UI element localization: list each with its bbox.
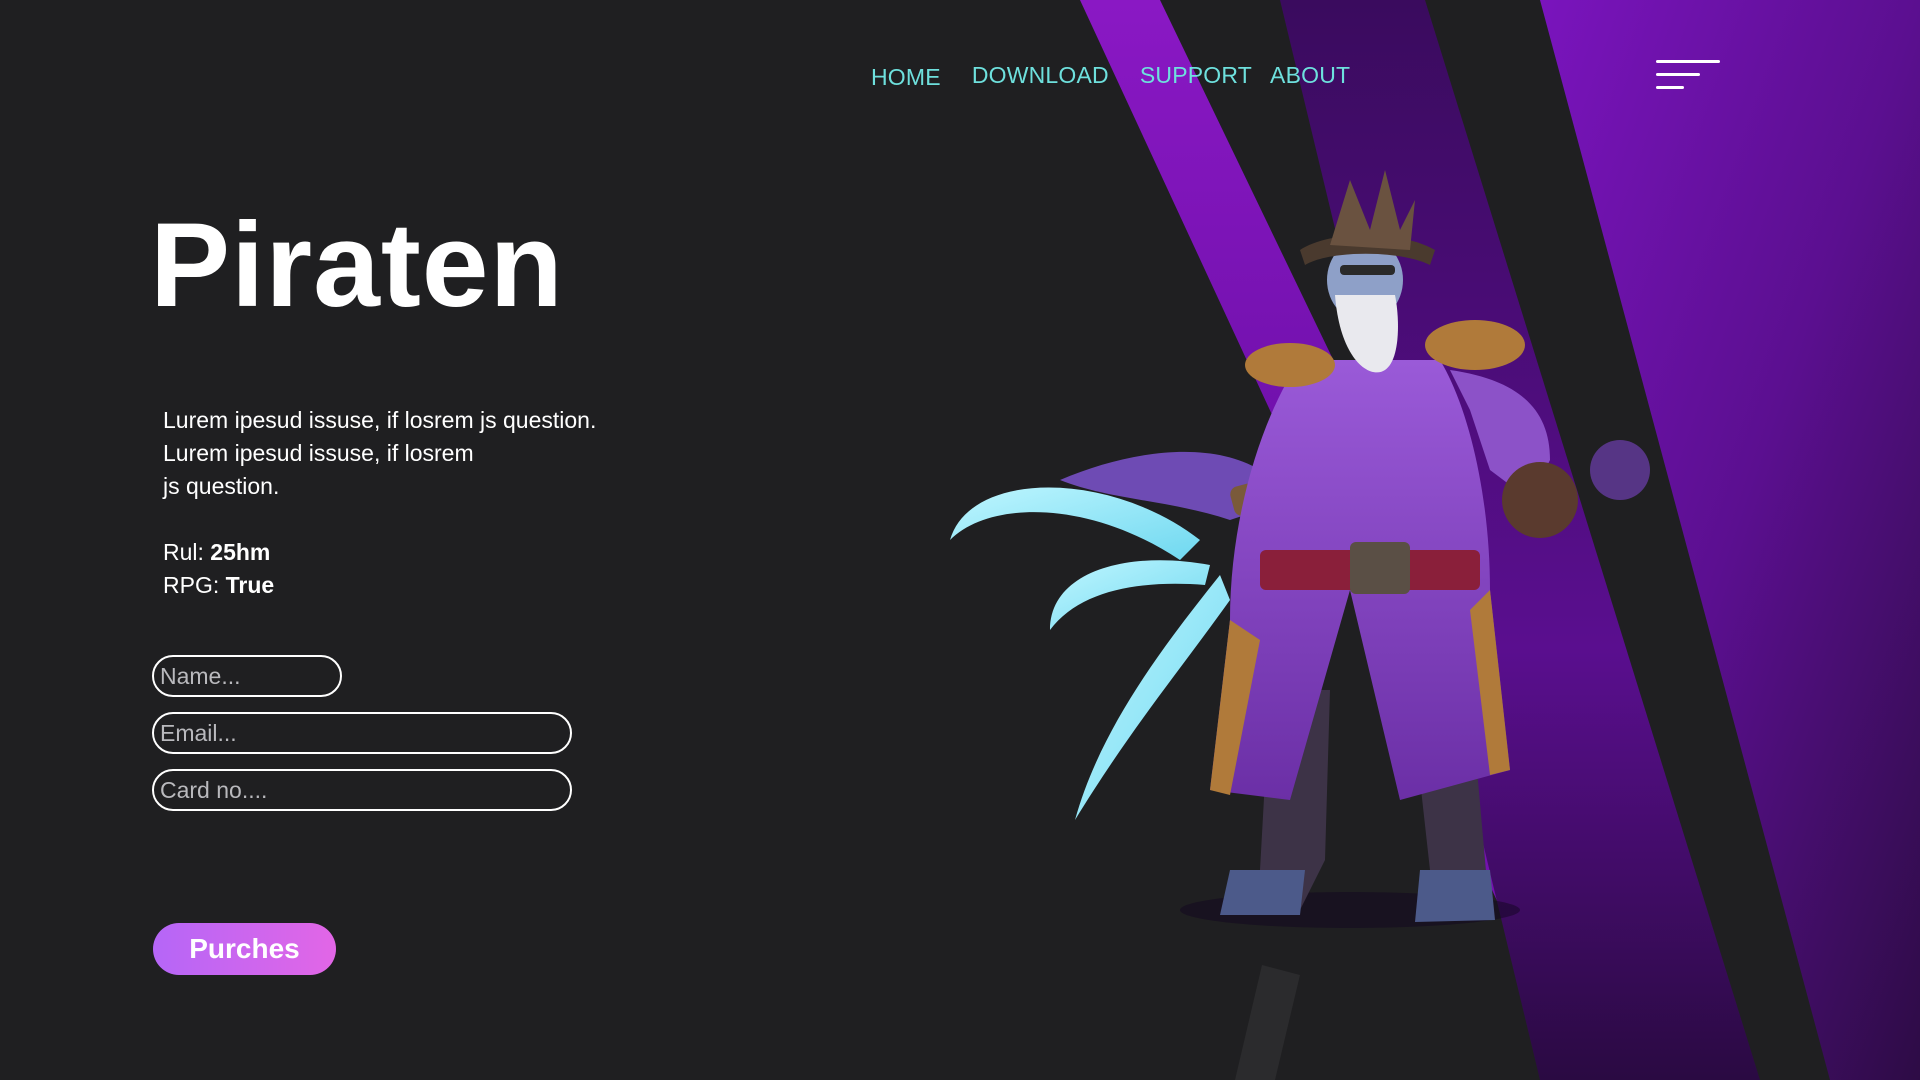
game-meta: Rul: 25hm RPG: True bbox=[163, 536, 274, 602]
meta-value: True bbox=[225, 572, 275, 598]
meta-label: RPG: bbox=[163, 572, 226, 598]
meta-rpg: RPG: True bbox=[163, 569, 274, 602]
purchase-button[interactable]: Purches bbox=[153, 923, 336, 975]
hamburger-menu-icon[interactable] bbox=[1656, 58, 1720, 92]
nav-download-link[interactable]: DOWNLOAD bbox=[972, 62, 1109, 91]
name-input[interactable] bbox=[152, 655, 342, 697]
menu-line bbox=[1656, 60, 1720, 63]
nav-about-link[interactable]: ABOUT bbox=[1270, 62, 1350, 91]
menu-line bbox=[1656, 86, 1684, 89]
hero-description: Lurem ipesud issuse, if losrem js questi… bbox=[163, 404, 663, 503]
main-nav: HOME DOWNLOAD SUPPORT ABOUT bbox=[871, 62, 1350, 91]
description-line: Lurem ipesud issuse, if losrem bbox=[163, 440, 474, 466]
meta-label: Rul: bbox=[163, 539, 211, 565]
email-input[interactable] bbox=[152, 712, 572, 754]
landing-page: HOME DOWNLOAD SUPPORT ABOUT Piraten Lure… bbox=[0, 0, 1920, 1080]
card-number-input[interactable] bbox=[152, 769, 572, 811]
meta-value: 25hm bbox=[210, 539, 271, 565]
description-line: Lurem ipesud issuse, if losrem js questi… bbox=[163, 407, 597, 433]
page-title: Piraten bbox=[150, 198, 564, 332]
nav-home-link[interactable]: HOME bbox=[871, 64, 941, 91]
menu-line bbox=[1656, 73, 1700, 76]
description-line: js question. bbox=[163, 473, 280, 499]
meta-rul: Rul: 25hm bbox=[163, 536, 274, 569]
nav-support-link[interactable]: SUPPORT bbox=[1140, 62, 1252, 91]
pirate-character-image bbox=[950, 170, 1650, 928]
